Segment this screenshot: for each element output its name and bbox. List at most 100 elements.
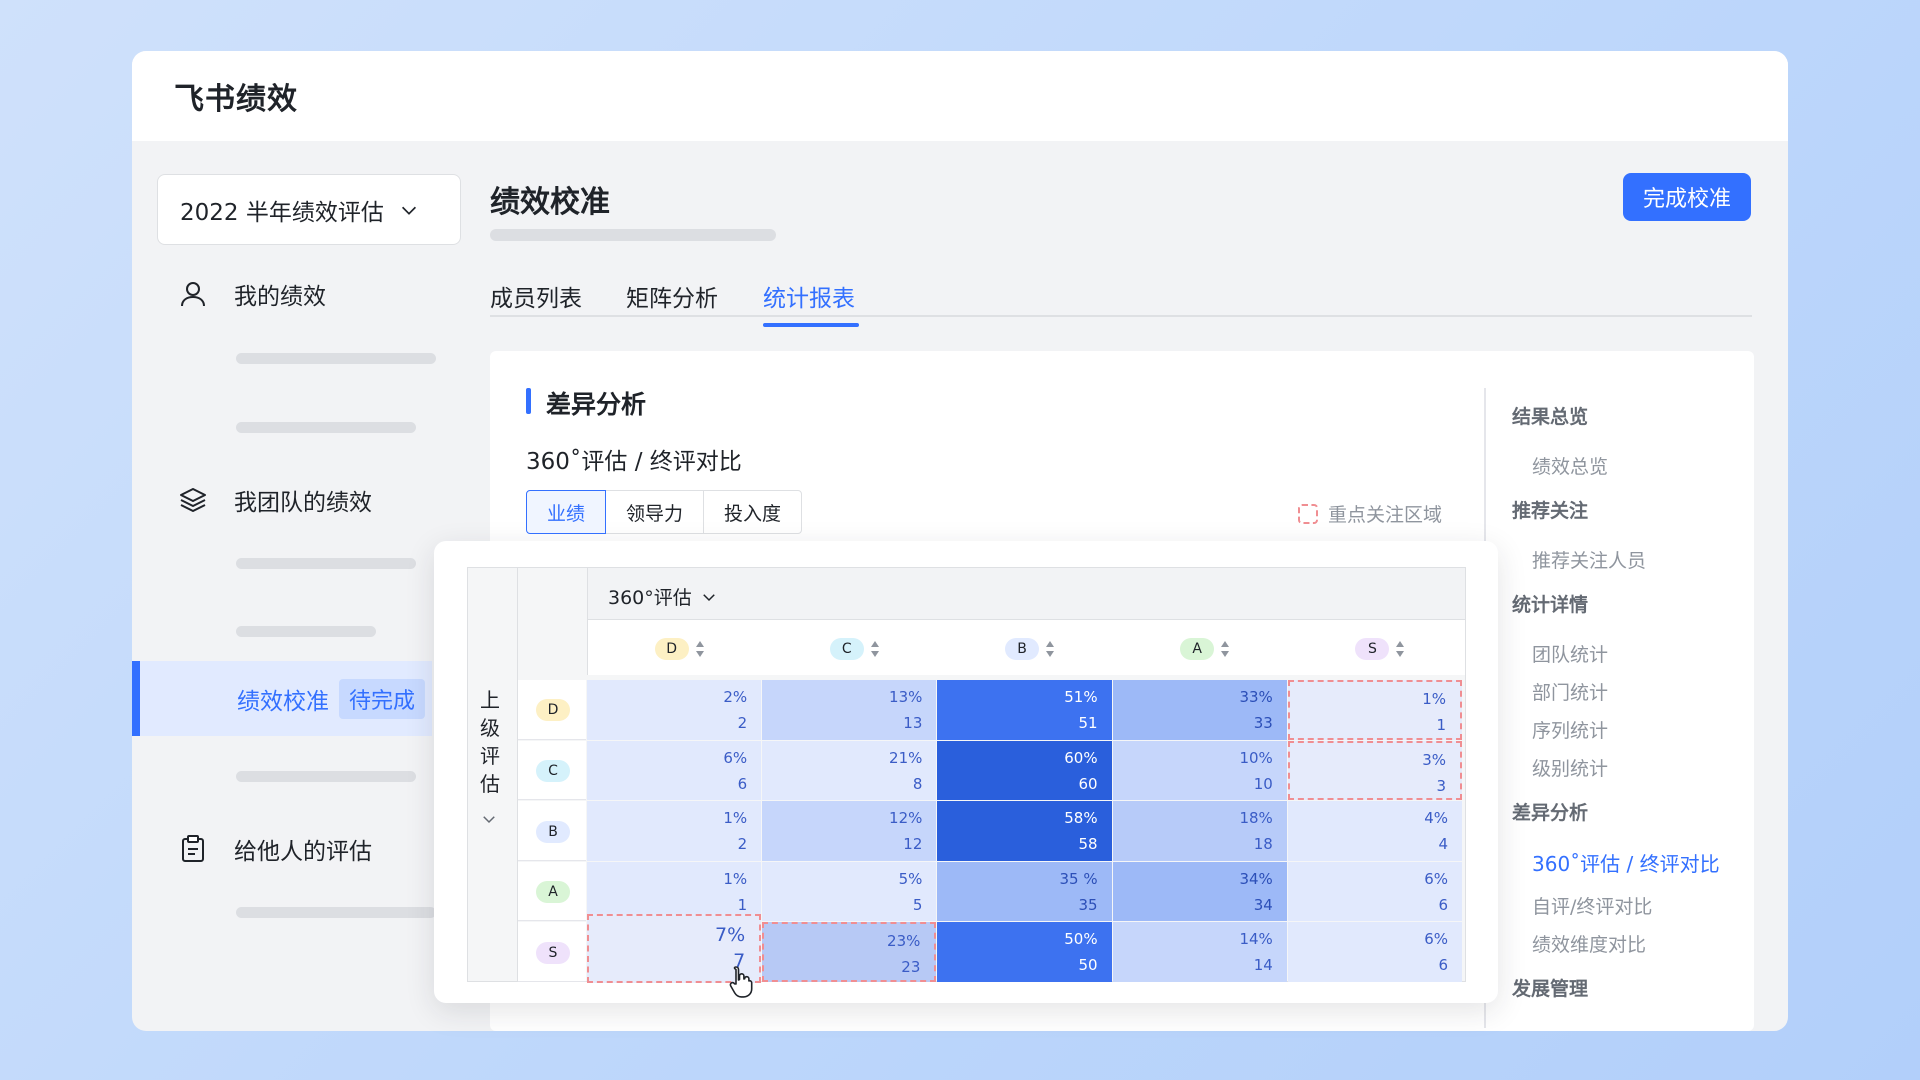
matrix-cell[interactable]: 33% 33	[1112, 680, 1287, 740]
matrix-cell[interactable]: 51% 51	[937, 680, 1112, 740]
matrix-cell[interactable]: 1% 2	[587, 801, 762, 861]
cell-count: 58	[1078, 835, 1098, 854]
cell-count: 10	[1253, 774, 1273, 793]
cell-percent: 1%	[1422, 690, 1446, 708]
placeholder-bar	[236, 771, 416, 782]
sort-icon[interactable]	[1220, 640, 1230, 658]
matrix-cell[interactable]: 6% 6	[587, 740, 762, 801]
sort-icon[interactable]	[870, 640, 880, 658]
cell-percent: 13%	[889, 688, 923, 706]
matrix-cell[interactable]: 5% 5	[762, 861, 937, 922]
sidebar-item-review-others[interactable]: 给他人的评估	[178, 832, 372, 866]
anchor-group-development[interactable]: 发展管理	[1512, 974, 1588, 1001]
matrix-cell[interactable]: 35 % 35	[937, 861, 1112, 922]
segment-engagement[interactable]: 投入度	[703, 490, 803, 534]
cell-count: 50	[1078, 956, 1098, 975]
cell-percent: 6%	[1424, 930, 1448, 949]
cell-percent: 34%	[1239, 869, 1273, 888]
anchor-item[interactable]: 推荐关注人员	[1532, 546, 1646, 573]
cell-count: 33	[1253, 714, 1273, 732]
anchor-item[interactable]: 级别统计	[1532, 754, 1608, 781]
anchor-group-results[interactable]: 结果总览	[1512, 402, 1588, 429]
anchor-item[interactable]: 序列统计	[1532, 716, 1608, 743]
anchor-item[interactable]: 团队统计	[1532, 640, 1608, 667]
cell-count: 51	[1078, 714, 1098, 732]
segment-performance[interactable]: 业绩	[526, 490, 607, 534]
cycle-select-value: 2022 半年绩效评估	[180, 199, 384, 226]
matrix-cell[interactable]: 6% 6	[1287, 861, 1462, 922]
matrix-cell[interactable]: 14% 14	[1112, 922, 1287, 982]
sort-icon[interactable]	[1045, 640, 1055, 658]
cell-percent: 21%	[889, 748, 923, 767]
row-axis-char: 上	[480, 688, 500, 712]
anchor-item-selected[interactable]: 360˚评估 / 终评对比	[1532, 848, 1720, 877]
matrix-cell[interactable]: 6% 6	[1287, 922, 1462, 982]
row-axis-char: 级	[480, 716, 500, 740]
matrix-cell[interactable]: 23% 23	[762, 922, 937, 982]
matrix-cell[interactable]: 12% 12	[762, 801, 937, 861]
matrix-cell[interactable]: 1% 1	[1287, 680, 1462, 740]
section-title: 差异分析	[546, 390, 647, 419]
matrix-cell[interactable]: 50% 50	[937, 922, 1112, 982]
anchor-item[interactable]: 自评/终评对比	[1532, 892, 1652, 919]
matrix-cell[interactable]: 3% 3	[1287, 740, 1462, 801]
cell-count: 35	[1078, 895, 1098, 914]
cell-count: 5	[912, 895, 923, 914]
matrix-cell[interactable]: 60% 60	[937, 740, 1112, 801]
cell-percent: 50%	[1064, 930, 1098, 949]
matrix-cell[interactable]: 58% 58	[937, 801, 1112, 861]
row-grade-badge: D	[536, 699, 570, 722]
matrix-cell[interactable]: 1% 1	[587, 861, 762, 922]
tab-statistics-report[interactable]: 统计报表	[763, 279, 855, 313]
360-eval-dropdown[interactable]: 360°评估	[608, 583, 718, 610]
anchor-item[interactable]: 绩效维度对比	[1532, 930, 1646, 957]
hand-cursor-icon	[729, 966, 753, 998]
cell-count: 6	[1438, 956, 1448, 975]
anchor-group-diff[interactable]: 差异分析	[1512, 798, 1588, 825]
sidebar-item-my-performance[interactable]: 我的绩效	[178, 277, 326, 311]
focus-area-legend-label: 重点关注区域	[1328, 504, 1443, 526]
matrix-cell[interactable]: 21% 8	[762, 740, 937, 801]
clipboard-icon	[182, 835, 204, 862]
segment-leadership[interactable]: 领导力	[605, 490, 705, 534]
matrix-cell[interactable]: 4% 4	[1287, 801, 1462, 861]
cell-percent: 10%	[1239, 748, 1273, 767]
cell-percent: 23%	[887, 932, 921, 951]
cell-count: 18	[1253, 835, 1273, 854]
matrix-cell[interactable]: 2% 2	[587, 680, 762, 740]
cell-count: 2	[737, 714, 748, 732]
sort-icon[interactable]	[1395, 640, 1405, 658]
column-header-bar	[587, 568, 1465, 620]
sidebar-item-team-performance[interactable]: 我团队的绩效	[178, 483, 372, 517]
sidebar-item-calibration[interactable]: 绩效校准 待完成	[132, 661, 432, 736]
anchor-group-recommended[interactable]: 推荐关注	[1512, 496, 1588, 523]
cell-count: 1	[1436, 716, 1446, 734]
cell-count: 1	[737, 895, 748, 914]
row-grade-badge: S	[536, 941, 570, 964]
anchor-item[interactable]: 绩效总览	[1532, 452, 1608, 479]
matrix-cell[interactable]: 18% 18	[1112, 801, 1287, 861]
column-grade-badge: S	[1355, 638, 1390, 660]
placeholder-bar	[236, 422, 416, 433]
chevron-down-icon[interactable]	[480, 810, 498, 828]
cell-percent: 4%	[1424, 809, 1448, 828]
anchor-item[interactable]: 部门统计	[1532, 678, 1608, 705]
complete-calibration-button[interactable]: 完成校准	[1623, 173, 1751, 221]
cell-count: 60	[1078, 774, 1098, 793]
matrix-cell[interactable]: 10% 10	[1112, 740, 1287, 801]
matrix-cell[interactable]: 34% 34	[1112, 861, 1287, 922]
anchor-group-stats[interactable]: 统计详情	[1512, 590, 1588, 617]
tab-member-list[interactable]: 成员列表	[490, 279, 582, 313]
sidebar-item-label: 我的绩效	[234, 284, 326, 310]
cell-percent: 5%	[898, 869, 923, 888]
row-grade-badge: A	[536, 881, 570, 904]
tab-matrix-analysis[interactable]: 矩阵分析	[626, 279, 718, 313]
matrix-cell[interactable]: 13% 13	[762, 680, 937, 740]
cell-count: 3	[1436, 776, 1446, 795]
sort-icon[interactable]	[695, 640, 705, 658]
cycle-select[interactable]: 2022 半年绩效评估	[157, 174, 461, 245]
row-axis-char: 评	[480, 744, 500, 768]
cell-percent: 7%	[715, 924, 746, 947]
cell-count: 23	[901, 958, 921, 977]
column-grade-badge: D	[654, 638, 689, 660]
